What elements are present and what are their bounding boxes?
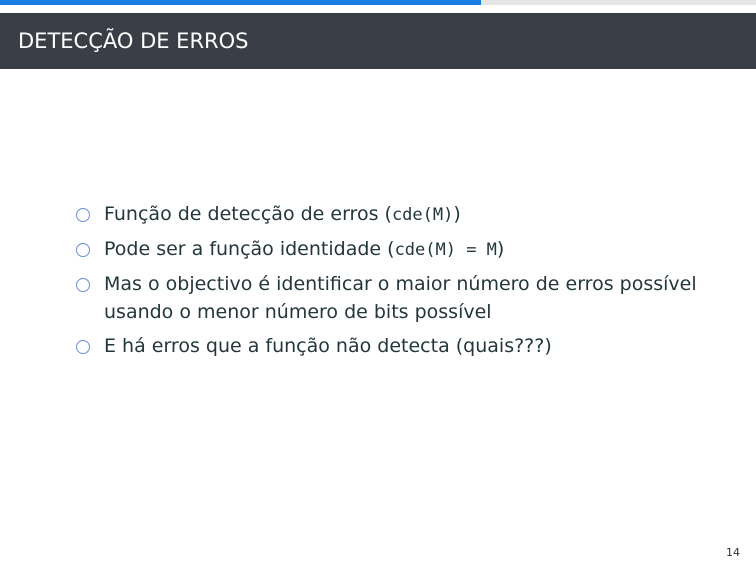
bullet-item: Pode ser a função identidade (cde(M) = M… (76, 235, 716, 264)
code-span: cde(M) = M (394, 240, 497, 260)
bullet-item: E há erros que a função não detecta (qua… (76, 332, 716, 360)
bullet-list: Função de detecção de erros (cde(M)) Pod… (76, 200, 716, 366)
hollow-circle-icon (76, 208, 90, 222)
bullet-text: E há erros que a função não detecta (qua… (104, 335, 552, 357)
slide-title: DETECÇÃO DE ERROS (18, 29, 249, 53)
bullet-text: Pode ser a função identidade (cde(M) = M… (104, 238, 505, 260)
page-number: 14 (726, 546, 740, 559)
hollow-circle-icon (76, 340, 90, 354)
bullet-item: Mas o objectivo é identificar o maior nú… (76, 270, 716, 326)
bullet-item: Função de detecção de erros (cde(M)) (76, 200, 716, 229)
hollow-circle-icon (76, 278, 90, 292)
slide-header: DETECÇÃO DE ERROS (0, 13, 756, 69)
bullet-text: Função de detecção de erros (cde(M)) (104, 203, 461, 225)
bullet-text: Mas o objectivo é identificar o maior nú… (104, 273, 697, 323)
slide-progress-fill (0, 0, 481, 5)
hollow-circle-icon (76, 243, 90, 257)
slide-progress-track (0, 0, 756, 5)
code-span: cde(M) (391, 205, 454, 225)
